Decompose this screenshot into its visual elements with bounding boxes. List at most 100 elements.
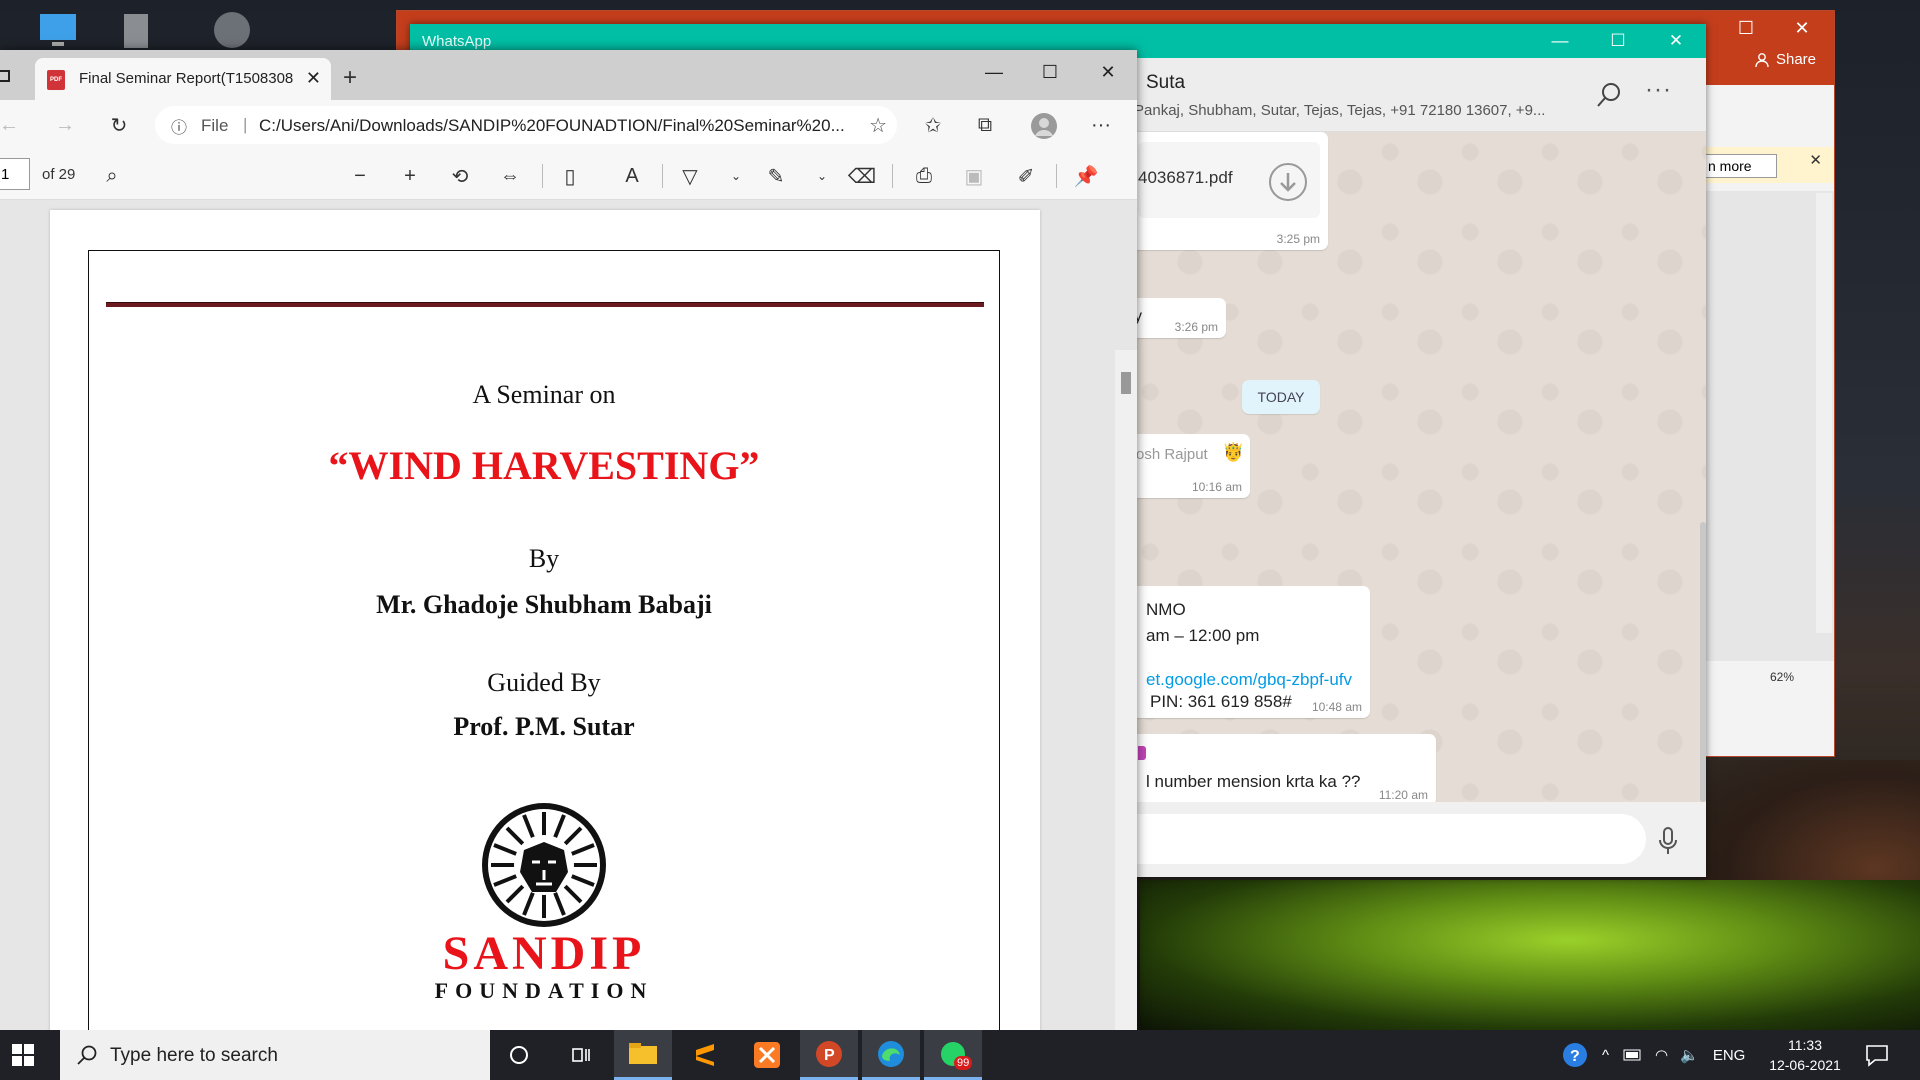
this-pc-icon[interactable] bbox=[34, 6, 82, 54]
page-total: of 29 bbox=[42, 166, 76, 183]
ppt-close-button[interactable]: ✕ bbox=[1774, 11, 1830, 45]
wa-close-button[interactable]: ✕ bbox=[1648, 24, 1704, 58]
profile-avatar-icon[interactable] bbox=[1030, 112, 1058, 140]
message-bubble[interactable]: osh Rajput 🤴 10:16 am bbox=[1130, 434, 1250, 498]
file-name: 4036871.pdf bbox=[1138, 168, 1233, 187]
zoom-in-icon[interactable]: + bbox=[396, 162, 424, 190]
whatsapp-app-title: WhatsApp bbox=[422, 33, 492, 50]
wa-minimize-button[interactable]: — bbox=[1532, 24, 1588, 58]
eraser-icon[interactable]: ⌫ bbox=[848, 162, 876, 190]
edge-icon[interactable] bbox=[862, 1030, 920, 1080]
read-aloud-icon[interactable]: A bbox=[618, 162, 646, 190]
address-url[interactable]: C:/Users/Ani/Downloads/SANDIP%20FOUNADTI… bbox=[259, 116, 849, 136]
desktop-app-icon[interactable] bbox=[208, 6, 256, 54]
windows-start-icon[interactable] bbox=[12, 1044, 34, 1066]
wa-maximize-button[interactable]: ☐ bbox=[1590, 24, 1646, 58]
back-button[interactable]: ← bbox=[0, 110, 24, 140]
save-as-icon[interactable]: ✐ bbox=[1012, 162, 1040, 190]
pdf-viewport[interactable]: A Seminar on “WIND HARVESTING” By Mr. Gh… bbox=[0, 200, 1137, 1032]
more-options-icon[interactable]: ··· bbox=[1645, 76, 1672, 104]
cortana-icon[interactable] bbox=[490, 1030, 548, 1080]
zoom-out-icon[interactable]: − bbox=[346, 162, 374, 190]
collections-icon[interactable]: ⧉ bbox=[970, 110, 1000, 140]
find-icon[interactable]: ⌕ bbox=[98, 162, 126, 190]
rotate-icon[interactable]: ⟲ bbox=[446, 162, 474, 190]
learn-more-button[interactable]: n more bbox=[1701, 154, 1777, 178]
guided-by-label: Guided By bbox=[487, 668, 601, 697]
file-message[interactable]: 4036871.pdf 3:25 pm bbox=[1130, 132, 1328, 250]
meet-link[interactable]: et.google.com/gbq-zbpf-ufv bbox=[1146, 670, 1352, 690]
chevron-up-icon[interactable]: ^ bbox=[1602, 1047, 1609, 1064]
highlight-icon[interactable]: ▽ bbox=[676, 162, 704, 190]
wallpaper-glow bbox=[1700, 760, 1920, 880]
search-icon[interactable] bbox=[1594, 80, 1624, 110]
battery-icon[interactable] bbox=[1623, 1049, 1643, 1061]
xampp-icon[interactable] bbox=[738, 1030, 796, 1080]
file-explorer-icon[interactable] bbox=[614, 1030, 672, 1080]
whatsapp-taskbar-icon[interactable]: 99 bbox=[924, 1030, 982, 1080]
tab-pdf[interactable]: PDF Final Seminar Report(T1508308 ✕ bbox=[35, 58, 331, 100]
edge-minimize-button[interactable]: — bbox=[966, 52, 1022, 92]
new-tab-button[interactable]: + bbox=[343, 64, 357, 92]
highlight-dropdown-icon[interactable]: ⌄ bbox=[722, 162, 750, 190]
pdf-scroll-thumb[interactable] bbox=[1121, 372, 1131, 394]
clock[interactable]: 11:33 12-06-2021 bbox=[1760, 1035, 1850, 1075]
fit-page-icon[interactable]: ⇔ bbox=[496, 162, 524, 190]
print-icon[interactable]: ⎙ bbox=[910, 162, 938, 190]
chat-scrollbar[interactable] bbox=[1698, 132, 1706, 802]
pin-toolbar-icon[interactable]: 📌 bbox=[1072, 162, 1100, 190]
favorites-icon[interactable]: ✩ bbox=[918, 110, 948, 140]
search-placeholder: Type here to search bbox=[110, 1045, 278, 1066]
file-card[interactable]: 4036871.pdf bbox=[1138, 142, 1320, 218]
language-indicator[interactable]: ENG bbox=[1713, 1047, 1746, 1064]
forward-button[interactable]: → bbox=[50, 110, 80, 140]
crown-emoji-icon: 🤴 bbox=[1222, 442, 1245, 462]
tab-bar: PDF Final Seminar Report(T1508308 ✕ + — … bbox=[0, 50, 1137, 100]
message-bubble[interactable]: y 3:26 pm bbox=[1130, 298, 1226, 338]
refresh-button[interactable]: ↻ bbox=[104, 110, 134, 140]
recycle-bin-icon[interactable] bbox=[112, 6, 160, 54]
volume-icon[interactable]: 🔈 bbox=[1680, 1046, 1699, 1064]
page-number-input[interactable]: 1 bbox=[0, 158, 30, 190]
wifi-icon[interactable]: ◠ bbox=[1655, 1046, 1668, 1064]
zoom-level[interactable]: 62% bbox=[1770, 670, 1794, 684]
notification-center-icon[interactable] bbox=[1864, 1042, 1890, 1068]
message-time: 10:48 am bbox=[1311, 700, 1362, 714]
page-view-icon[interactable]: ▯ bbox=[556, 162, 584, 190]
navigation-toolbar: ← → ↻ ⓘ File | C:/Users/Ani/Downloads/SA… bbox=[0, 100, 1137, 150]
info-icon[interactable]: ⓘ bbox=[171, 114, 187, 138]
draw-dropdown-icon[interactable]: ⌄ bbox=[808, 162, 836, 190]
share-button[interactable]: Share bbox=[1754, 51, 1816, 68]
edge-window[interactable]: PDF Final Seminar Report(T1508308 ✕ + — … bbox=[0, 50, 1137, 1032]
pdf-scrollbar[interactable] bbox=[1115, 350, 1137, 1032]
sublime-text-icon[interactable] bbox=[676, 1030, 734, 1080]
help-icon[interactable]: ? bbox=[1562, 1042, 1588, 1068]
message-line: NMO bbox=[1146, 600, 1186, 619]
guide-name: Prof. P.M. Sutar bbox=[453, 712, 635, 741]
taskbar-search-box[interactable]: Type here to search bbox=[60, 1030, 490, 1080]
person-icon bbox=[1755, 52, 1769, 67]
powerpoint-icon[interactable]: P bbox=[800, 1030, 858, 1080]
tab-close-icon[interactable]: ✕ bbox=[306, 68, 321, 89]
clock-time: 11:33 bbox=[1788, 1037, 1822, 1053]
message-bubble[interactable]: l number mension krta ka ?? 11:20 am bbox=[1130, 734, 1436, 806]
meeting-message[interactable]: NMO am – 12:00 pm et.google.com/gbq-zbpf… bbox=[1130, 586, 1370, 718]
svg-text:?: ? bbox=[1570, 1048, 1580, 1065]
tab-actions-icon[interactable] bbox=[0, 70, 10, 82]
edge-maximize-button[interactable]: ☐ bbox=[1022, 52, 1078, 92]
download-icon[interactable] bbox=[1268, 162, 1308, 202]
ppt-maximize-button[interactable]: ☐ bbox=[1718, 11, 1774, 45]
edge-close-button[interactable]: ✕ bbox=[1080, 52, 1136, 92]
save-icon[interactable]: ▣ bbox=[960, 162, 988, 190]
ppt-vertical-scrollbar[interactable] bbox=[1816, 193, 1832, 633]
task-view-icon[interactable] bbox=[552, 1030, 610, 1080]
draw-icon[interactable]: ✎ bbox=[762, 162, 790, 190]
microphone-icon[interactable] bbox=[1658, 826, 1678, 856]
system-tray: ? ^ ◠ 🔈 ENG bbox=[1562, 1030, 1745, 1080]
add-favorite-icon[interactable]: ☆ bbox=[869, 113, 887, 138]
address-bar[interactable]: ⓘ File | C:/Users/Ani/Downloads/SANDIP%2… bbox=[155, 106, 897, 144]
chat-scroll-thumb[interactable] bbox=[1700, 522, 1706, 802]
foundation-logo-sub: FOUNDATION bbox=[434, 978, 654, 1003]
message-bar-close-icon[interactable]: ✕ bbox=[1809, 151, 1822, 169]
settings-more-icon[interactable]: ··· bbox=[1086, 110, 1116, 140]
